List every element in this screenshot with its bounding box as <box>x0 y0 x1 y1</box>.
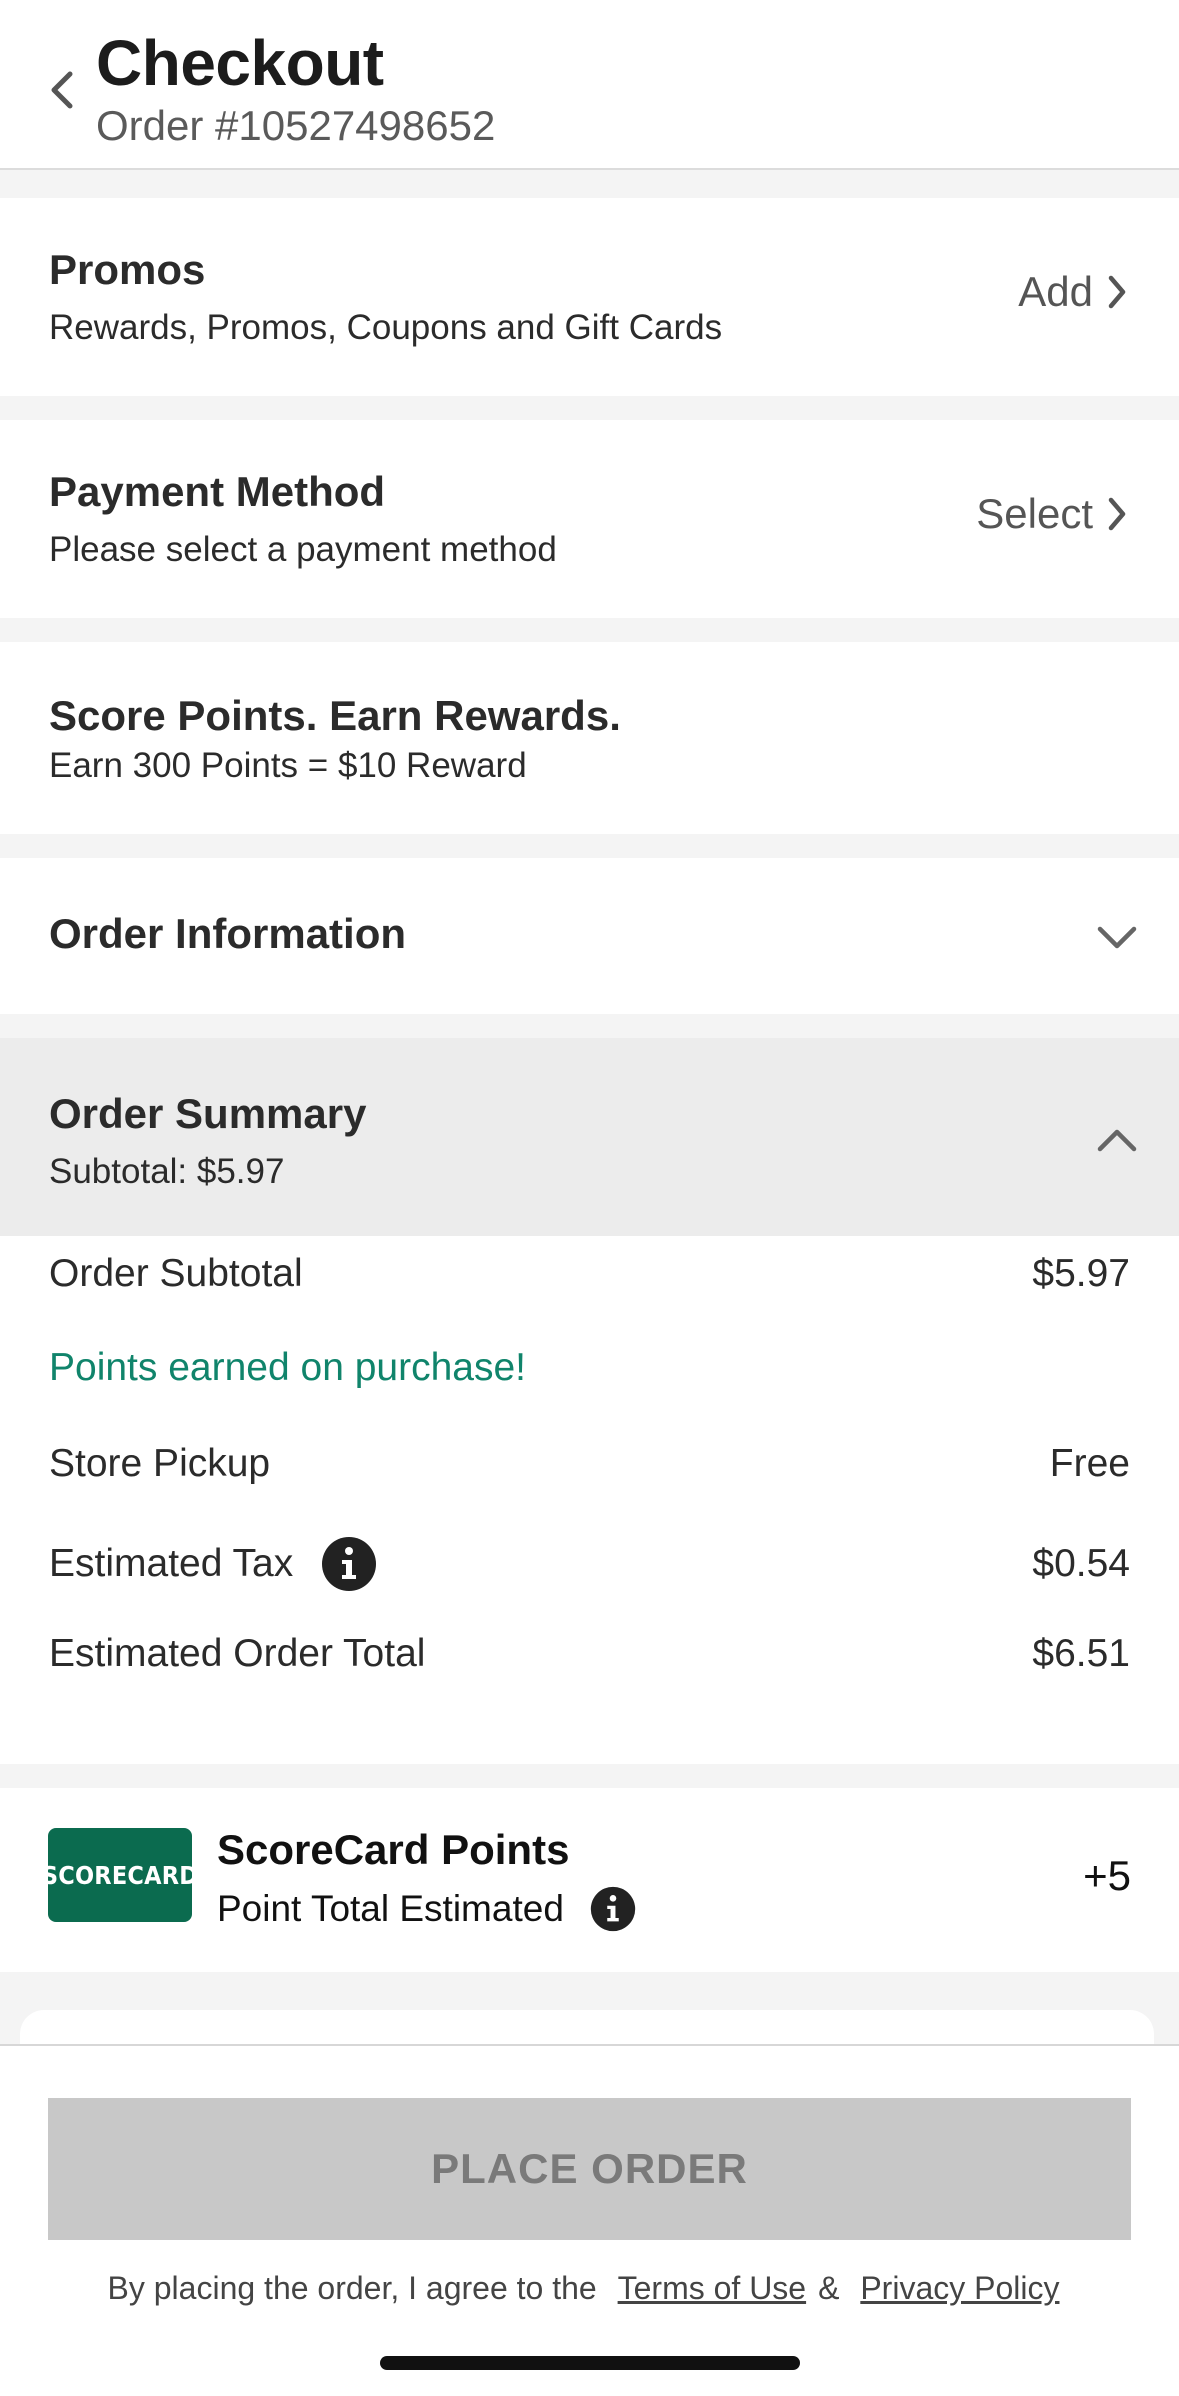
chevron-right-icon <box>1108 497 1126 531</box>
order-number: Order #10527498652 <box>96 102 496 149</box>
chevron-down-icon[interactable] <box>1095 924 1139 952</box>
checkout-page: Checkout Order #10527498652 Promos Rewar… <box>0 0 1179 2396</box>
promos-add-button[interactable]: Add <box>1018 268 1127 316</box>
points-earned-note: Points earned on purchase! <box>49 1346 526 1389</box>
points-note-row: Points earned on purchase! <box>49 1342 1130 1394</box>
order-summary-header[interactable]: Order Summary Subtotal: $5.97 <box>0 1038 1179 1236</box>
payment-select-label: Select <box>976 490 1093 537</box>
estimated-total-value: $6.51 <box>1032 1632 1130 1675</box>
payment-subtitle: Please select a payment method <box>49 530 557 569</box>
chevron-right-icon <box>1108 275 1126 309</box>
place-order-button[interactable]: PLACE ORDER <box>48 2098 1131 2240</box>
legal-prefix: By placing the order, I agree to the <box>107 2270 597 2306</box>
footer: PLACE ORDER By placing the order, I agre… <box>0 2044 1179 2396</box>
info-icon[interactable] <box>590 1886 636 1932</box>
estimated-tax-label: Estimated Tax <box>49 1542 294 1585</box>
back-chevron-icon[interactable] <box>46 70 78 110</box>
store-pickup-row: Store Pickup Free <box>49 1438 1130 1490</box>
scorecard-subtitle: Point Total Estimated <box>217 1888 564 1929</box>
store-pickup-label: Store Pickup <box>49 1442 271 1485</box>
privacy-policy-link[interactable]: Privacy Policy <box>860 2270 1059 2306</box>
scorecard-logo: SCORECARD <box>42 1828 198 1922</box>
promos-card[interactable]: Promos Rewards, Promos, Coupons and Gift… <box>0 198 1179 396</box>
score-title: Score Points. Earn Rewards. <box>49 692 621 739</box>
promos-subtitle: Rewards, Promos, Coupons and Gift Cards <box>49 308 723 347</box>
page-title: Checkout <box>96 27 384 99</box>
estimated-tax-row: Estimated Tax $0.54 <box>49 1528 1130 1600</box>
payment-title: Payment Method <box>49 468 386 515</box>
order-subtotal-value: $5.97 <box>1032 1252 1130 1295</box>
order-information-card[interactable]: Order Information <box>0 858 1179 1014</box>
home-indicator <box>380 2356 800 2370</box>
header: Checkout Order #10527498652 <box>0 0 1179 170</box>
chevron-up-icon[interactable] <box>1095 1126 1139 1154</box>
payment-method-card[interactable]: Payment Method Please select a payment m… <box>0 420 1179 618</box>
store-pickup-value: Free <box>1049 1442 1130 1485</box>
terms-of-use-link[interactable]: Terms of Use <box>618 2270 806 2306</box>
scorecard-points-value: +5 <box>1083 1852 1131 1899</box>
info-icon[interactable] <box>321 1536 377 1592</box>
promos-add-label: Add <box>1018 268 1093 315</box>
order-subtotal-label: Order Subtotal <box>49 1252 303 1295</box>
scorecard-title: ScoreCard Points <box>217 1826 570 1873</box>
order-summary-subtitle: Subtotal: $5.97 <box>49 1152 285 1191</box>
estimated-total-label: Estimated Order Total <box>49 1632 426 1675</box>
estimated-total-row: Estimated Order Total $6.51 <box>49 1628 1130 1680</box>
payment-select-button[interactable]: Select <box>976 490 1127 538</box>
legal-text: By placing the order, I agree to the Ter… <box>0 2270 1179 2307</box>
score-points-card: Score Points. Earn Rewards. Earn 300 Poi… <box>0 642 1179 834</box>
legal-ampersand: & <box>818 2270 840 2306</box>
order-subtotal-row: Order Subtotal $5.97 <box>49 1248 1130 1300</box>
promos-title: Promos <box>49 246 206 293</box>
order-summary-title: Order Summary <box>49 1090 367 1137</box>
scorecard-subtitle-row: Point Total Estimated <box>217 1886 636 1932</box>
order-info-title: Order Information <box>49 910 407 957</box>
order-summary-body: Order Subtotal $5.97 Points earned on pu… <box>0 1236 1179 1764</box>
score-subtitle: Earn 300 Points = $10 Reward <box>49 746 527 785</box>
estimated-tax-value: $0.54 <box>1032 1542 1130 1585</box>
scorecard-points-card: SCORECARD ScoreCard Points Point Total E… <box>0 1788 1179 1972</box>
